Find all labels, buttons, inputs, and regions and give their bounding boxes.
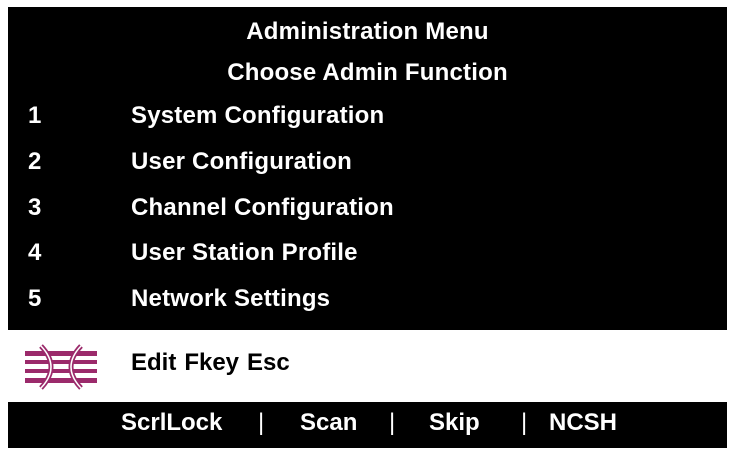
footer-skip[interactable]: Skip (429, 409, 480, 437)
menu-item-label: Network Settings (131, 285, 331, 312)
menu-item-system-configuration[interactable]: 1 System Configuration (8, 97, 727, 137)
fkey-key[interactable]: Fkey (184, 349, 239, 376)
status-bar: Edit Fkey Esc (8, 330, 727, 402)
footer-separator: | (389, 409, 396, 436)
function-keys: Edit Fkey Esc (131, 349, 290, 377)
footer-scrllock[interactable]: ScrlLock (121, 409, 222, 437)
footer-separator: | (521, 409, 528, 436)
menu-subtitle: Choose Admin Function (227, 59, 508, 86)
menu-item-user-station-profile[interactable]: 4 User Station Profile (8, 234, 727, 274)
avocent-logo-icon (25, 344, 97, 390)
menu-item-label: Channel Configuration (131, 194, 394, 221)
menu-item-label: User Configuration (131, 148, 352, 175)
admin-menu-panel: Administration Menu Choose Admin Functio… (8, 7, 727, 448)
footer-bar: ScrlLock | Scan | Skip | NCSH (8, 406, 727, 444)
menu-title: Administration Menu (246, 18, 489, 45)
menu-item-network-settings[interactable]: 5 Network Settings (8, 280, 727, 320)
menu-item-channel-configuration[interactable]: 3 Channel Configuration (8, 189, 727, 229)
footer-scan[interactable]: Scan (300, 409, 357, 437)
menu-item-number: 1 (28, 102, 42, 129)
menu-item-label: User Station Profile (131, 239, 358, 266)
menu-item-number: 3 (28, 194, 42, 221)
menu-item-label: System Configuration (131, 102, 385, 129)
footer-ncsh[interactable]: NCSH (549, 409, 617, 437)
menu-item-number: 5 (28, 285, 42, 312)
menu-item-number: 4 (28, 239, 42, 266)
footer-separator: | (258, 409, 265, 436)
esc-key[interactable]: Esc (247, 349, 290, 376)
osd-screen: Administration Menu Choose Admin Functio… (0, 0, 734, 453)
menu-item-user-configuration[interactable]: 2 User Configuration (8, 143, 727, 183)
menu-item-number: 2 (28, 148, 42, 175)
edit-key[interactable]: Edit (131, 349, 176, 376)
